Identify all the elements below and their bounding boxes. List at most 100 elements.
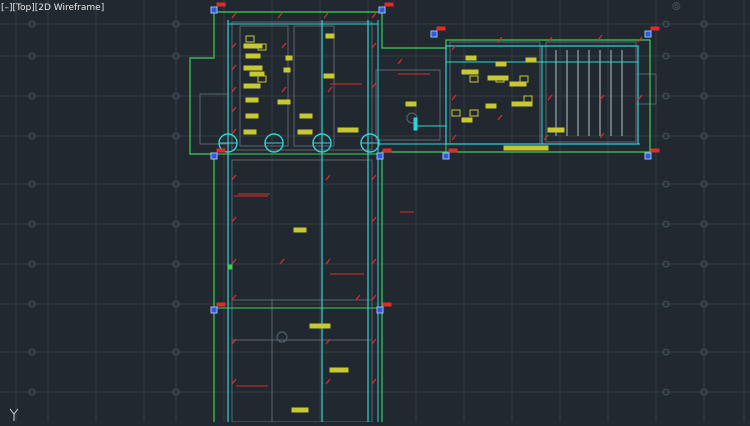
furniture-chair bbox=[469, 109, 479, 117]
furniture-block bbox=[461, 117, 473, 123]
red-leader-tick bbox=[231, 42, 237, 49]
red-tag-icon bbox=[436, 26, 446, 31]
red-leader-tick bbox=[597, 34, 603, 41]
red-leader-tick bbox=[231, 128, 237, 135]
red-tag-icon bbox=[216, 2, 226, 7]
furniture-block bbox=[283, 67, 291, 73]
green-outline-main bbox=[214, 11, 651, 422]
furniture-block bbox=[249, 71, 265, 77]
red-leader-tick bbox=[323, 12, 329, 19]
furniture-block bbox=[245, 113, 259, 119]
furniture-block bbox=[547, 127, 565, 133]
furniture-block bbox=[461, 69, 479, 75]
south-wing-walls bbox=[231, 159, 373, 423]
furniture-chair bbox=[451, 109, 461, 117]
furniture-block bbox=[291, 407, 309, 413]
blue-corner-grip-icon bbox=[378, 6, 386, 14]
furniture-block bbox=[243, 83, 261, 89]
furniture-block bbox=[299, 113, 313, 119]
blue-corner-grip-icon bbox=[644, 30, 652, 38]
viewport-controls-label[interactable]: [–][Top][2D Wireframe] bbox=[1, 3, 104, 13]
red-leader-tick bbox=[231, 378, 237, 385]
furniture-block bbox=[485, 103, 497, 109]
red-tag-icon bbox=[216, 302, 226, 307]
red-leader-tick bbox=[231, 258, 237, 265]
floor-plan-walls bbox=[199, 21, 657, 423]
blue-corner-grip-icon bbox=[442, 152, 450, 160]
annotation-markers bbox=[210, 2, 660, 387]
red-leader-tick bbox=[371, 216, 377, 223]
furniture-chair bbox=[519, 75, 529, 83]
red-tag-icon bbox=[382, 148, 392, 153]
red-leader-tick bbox=[371, 174, 377, 181]
red-leader-tick bbox=[279, 258, 285, 265]
red-leader-tick bbox=[325, 258, 331, 265]
green-point-marker bbox=[227, 264, 233, 270]
furniture-block bbox=[297, 129, 313, 135]
furniture-block bbox=[465, 55, 477, 61]
furniture-block bbox=[245, 97, 259, 103]
red-tag-icon bbox=[650, 148, 660, 153]
cad-drawing-canvas[interactable] bbox=[0, 0, 750, 423]
red-leader-tick bbox=[371, 378, 377, 385]
red-tag-icon bbox=[216, 148, 226, 153]
furniture-chair bbox=[245, 35, 255, 43]
red-leader-tick bbox=[231, 174, 237, 181]
red-leader-tick bbox=[281, 86, 287, 93]
furniture-block bbox=[243, 129, 257, 135]
furniture-block bbox=[337, 127, 359, 133]
red-leader-tick bbox=[327, 86, 333, 93]
red-leader-tick bbox=[355, 294, 361, 301]
red-leader-tick bbox=[497, 114, 503, 121]
furniture-block bbox=[487, 75, 509, 81]
red-leader-tick bbox=[231, 216, 237, 223]
red-leader-tick bbox=[371, 294, 377, 301]
green-outline-west bbox=[189, 12, 215, 422]
red-leader-tick bbox=[371, 42, 377, 49]
red-leader-tick bbox=[281, 42, 287, 49]
blue-corner-grip-icon bbox=[376, 306, 384, 314]
furniture-block bbox=[325, 33, 335, 39]
red-leader-tick bbox=[231, 294, 237, 301]
drawing-viewport[interactable]: [–][Top][2D Wireframe] ⦾ bbox=[0, 0, 750, 425]
furniture-chair bbox=[523, 95, 533, 103]
furniture-chair bbox=[469, 75, 479, 83]
furniture-block bbox=[245, 53, 261, 59]
red-leader-tick bbox=[397, 58, 403, 65]
red-tag-icon bbox=[448, 148, 458, 153]
blue-corner-grip-icon bbox=[210, 6, 218, 14]
furniture-block bbox=[503, 145, 549, 151]
furniture-block bbox=[405, 101, 417, 107]
furniture-block bbox=[495, 61, 507, 67]
blue-corner-grip-icon bbox=[376, 152, 384, 160]
red-tag-icon bbox=[650, 26, 660, 31]
red-leader-tick bbox=[277, 12, 283, 19]
cyan-point-marker bbox=[413, 117, 418, 131]
blue-corner-grip-icon bbox=[430, 30, 438, 38]
viewcube-icon[interactable]: ⦾ bbox=[672, 0, 681, 14]
furniture-block bbox=[509, 81, 527, 87]
red-leader-tick bbox=[325, 378, 331, 385]
red-leader-tick bbox=[371, 82, 377, 89]
room-center bbox=[293, 25, 335, 147]
red-leader-tick bbox=[231, 86, 237, 93]
red-leader-tick bbox=[371, 12, 377, 19]
furniture-block bbox=[243, 43, 263, 49]
red-leader-tick bbox=[325, 174, 331, 181]
ucs-axis-icon bbox=[6, 406, 22, 425]
furniture-block bbox=[525, 57, 537, 63]
furniture-blocks bbox=[243, 33, 565, 413]
blue-corner-grip-icon bbox=[210, 306, 218, 314]
red-leader-tick bbox=[371, 258, 377, 265]
furniture-block bbox=[277, 99, 291, 105]
red-leader-tick bbox=[231, 64, 237, 71]
blue-corner-grip-icon bbox=[644, 152, 652, 160]
furniture-block bbox=[323, 73, 335, 79]
red-leader-tick bbox=[371, 338, 377, 345]
red-leader-tick bbox=[231, 106, 237, 113]
furniture-block bbox=[309, 323, 331, 329]
furniture-block bbox=[511, 101, 533, 107]
furniture-chair bbox=[257, 75, 267, 83]
furniture-block bbox=[243, 65, 263, 71]
red-tag-icon bbox=[384, 2, 394, 7]
